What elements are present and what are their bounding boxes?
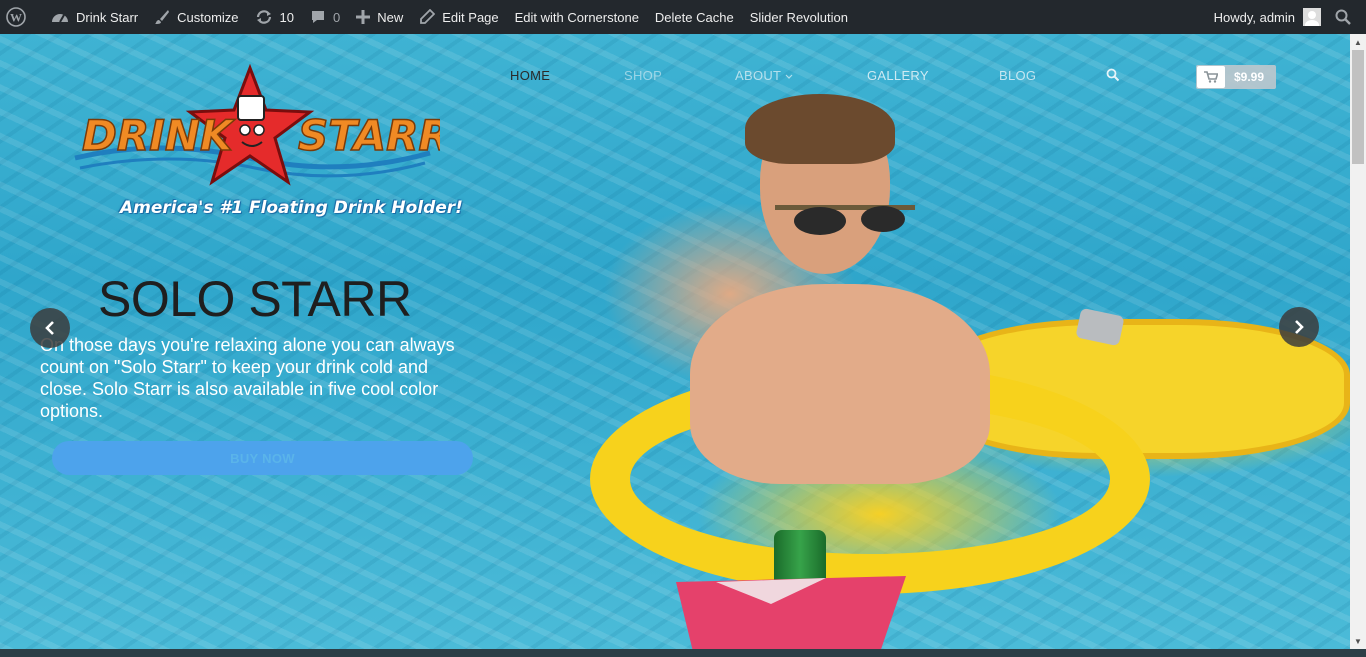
dashboard-icon [52, 14, 68, 23]
edit-cornerstone-label: Edit with Cornerstone [514, 9, 639, 25]
avatar [1303, 8, 1321, 26]
cart-icon-box [1197, 66, 1225, 88]
chevron-right-icon [1295, 320, 1304, 334]
site-name: Drink Starr [76, 9, 139, 25]
logo-word-drink: DRINK [82, 111, 236, 160]
comments-link[interactable]: 0 [302, 0, 348, 34]
customize-link[interactable]: Customize [146, 0, 246, 34]
scrollbar-thumb[interactable] [1352, 50, 1364, 164]
delete-cache-label: Delete Cache [654, 9, 734, 25]
nav-item-about-label: ABOUT [735, 68, 782, 83]
nav-search-button[interactable] [1106, 68, 1120, 87]
shopping-cart-icon [1204, 71, 1218, 83]
pencil-icon [420, 9, 436, 24]
nav-item-home[interactable]: HOME [510, 68, 550, 83]
search-icon [1106, 68, 1120, 82]
person-torso [690, 284, 990, 484]
chevron-down-icon [785, 74, 793, 79]
page-bottom-strip [0, 649, 1366, 657]
delete-cache-link[interactable]: Delete Cache [647, 0, 742, 34]
logo-tagline: America's #1 Floating Drink Holder! [120, 198, 463, 218]
my-account-menu[interactable]: Howdy, admin [1206, 0, 1329, 34]
scroll-down-arrow-icon[interactable]: ▼ [1350, 633, 1366, 649]
hero-slider: DRINK STARR America's #1 Floating Drink … [0, 34, 1350, 649]
person-hair [745, 94, 895, 164]
slide-title: SOLO STARR [98, 271, 412, 327]
svg-text:W: W [10, 11, 22, 25]
new-label: New [377, 9, 404, 25]
search-icon [1335, 9, 1351, 25]
buy-now-button[interactable]: BUY NOW [52, 441, 473, 475]
slider-revolution-link[interactable]: Slider Revolution [742, 0, 856, 34]
adminbar-search-button[interactable] [1329, 0, 1366, 34]
nav-item-about[interactable]: ABOUT [735, 68, 793, 83]
brush-icon [155, 10, 170, 24]
chevron-left-icon [45, 321, 54, 335]
site-name-menu[interactable]: Drink Starr [43, 0, 146, 34]
updates-link[interactable]: 10 [247, 0, 302, 34]
updates-icon [256, 10, 271, 24]
nav-item-gallery[interactable]: GALLERY [867, 68, 929, 83]
edit-cornerstone-link[interactable]: Edit with Cornerstone [507, 0, 647, 34]
cart-total: $9.99 [1234, 70, 1265, 84]
comments-count: 0 [333, 9, 341, 25]
scroll-up-arrow-icon[interactable]: ▲ [1350, 34, 1366, 50]
slide-description: On those days you're relaxing alone you … [40, 335, 455, 421]
customize-label: Customize [177, 9, 239, 25]
admin-bar: W Drink Starr Customize 10 0 New Edit Pa… [0, 0, 1366, 34]
slider-next-button[interactable] [1279, 307, 1319, 347]
main-navigation: HOME SHOP ABOUT GALLERY BLOG [0, 64, 1350, 88]
nav-item-blog[interactable]: BLOG [999, 68, 1036, 83]
wordpress-logo-icon[interactable]: W [0, 0, 43, 34]
updates-count: 10 [279, 9, 295, 25]
slider-prev-button[interactable] [30, 308, 70, 348]
plus-icon [356, 10, 371, 24]
edit-page-link[interactable]: Edit Page [411, 0, 506, 34]
sunglasses-graphic [775, 205, 915, 235]
comment-icon [312, 11, 325, 23]
cart-button[interactable]: $9.99 [1196, 65, 1276, 89]
slider-revolution-label: Slider Revolution [749, 9, 848, 25]
new-content-link[interactable]: New [348, 0, 411, 34]
edit-page-label: Edit Page [442, 9, 499, 25]
nav-item-shop[interactable]: SHOP [624, 68, 662, 83]
logo-word-starr: STARR [298, 111, 440, 160]
howdy-label: Howdy, admin [1213, 9, 1295, 25]
star-drink-holder-graphic [676, 576, 906, 649]
